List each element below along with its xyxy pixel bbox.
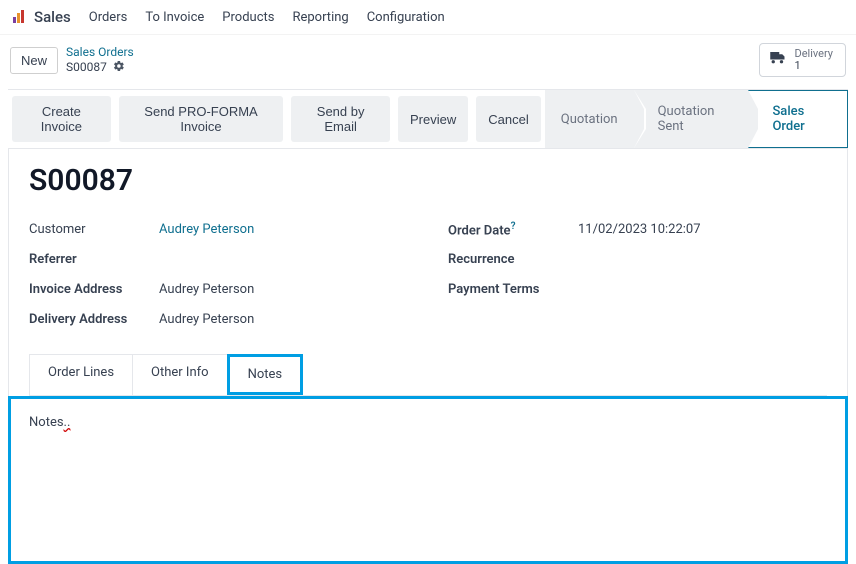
breadcrumb-current: S00087 [66, 60, 134, 75]
label-customer: Customer [29, 222, 159, 237]
delivery-count: 1 [794, 60, 833, 72]
nav-to-invoice[interactable]: To Invoice [145, 10, 204, 25]
new-button[interactable]: New [10, 47, 58, 74]
tab-other-info[interactable]: Other Info [132, 354, 228, 395]
stage-quotation[interactable]: Quotation [545, 90, 634, 148]
breadcrumb: Sales Orders S00087 [66, 45, 134, 75]
preview-button[interactable]: Preview [398, 96, 468, 142]
notes-content[interactable]: Notes.. [29, 415, 70, 430]
value-delivery-address[interactable]: Audrey Peterson [159, 312, 254, 327]
brand-label: Sales [34, 8, 71, 26]
value-invoice-address[interactable]: Audrey Peterson [159, 282, 254, 297]
brand-icon [12, 9, 28, 25]
tab-notes[interactable]: Notes [227, 354, 304, 395]
main-navbar: Sales Orders To Invoice Products Reporti… [0, 0, 856, 35]
send-email-button[interactable]: Send by Email [291, 96, 390, 142]
help-icon[interactable]: ? [511, 221, 516, 232]
status-row: Create Invoice Send PRO-FORMA Invoice Se… [8, 89, 848, 149]
label-referrer: Referrer [29, 252, 159, 267]
label-invoice-address: Invoice Address [29, 282, 159, 297]
value-order-date[interactable]: 11/02/2023 10:22:07 [578, 222, 701, 237]
create-invoice-button[interactable]: Create Invoice [12, 96, 111, 142]
nav-orders[interactable]: Orders [89, 10, 128, 25]
form-sheet: S00087 Customer Audrey Peterson Referrer… [8, 149, 848, 396]
truck-icon [768, 51, 786, 69]
form-grid: Customer Audrey Peterson Referrer Invoic… [29, 214, 827, 334]
value-customer[interactable]: Audrey Peterson [159, 222, 254, 237]
delivery-stat-button[interactable]: Delivery 1 [759, 43, 846, 77]
form-col-left: Customer Audrey Peterson Referrer Invoic… [29, 214, 408, 334]
label-payment-terms: Payment Terms [448, 282, 578, 297]
nav-configuration[interactable]: Configuration [367, 10, 445, 25]
actions-bar: Create Invoice Send PRO-FORMA Invoice Se… [8, 90, 545, 148]
label-order-date: Order Date? [448, 221, 578, 238]
tab-bar: Order Lines Other Info Notes [29, 354, 827, 396]
stage-sales-order[interactable]: Sales Order [748, 90, 848, 148]
cancel-button[interactable]: Cancel [476, 96, 540, 142]
send-proforma-button[interactable]: Send PRO-FORMA Invoice [119, 96, 283, 142]
nav-products[interactable]: Products [222, 10, 274, 25]
tab-order-lines[interactable]: Order Lines [29, 354, 133, 395]
label-delivery-address: Delivery Address [29, 312, 159, 327]
nav-reporting[interactable]: Reporting [292, 10, 348, 25]
breadcrumb-current-label: S00087 [66, 60, 107, 74]
brand[interactable]: Sales [12, 8, 71, 26]
gear-icon[interactable] [113, 60, 125, 75]
form-col-right: Order Date? 11/02/2023 10:22:07 Recurren… [448, 214, 827, 334]
subheader: New Sales Orders S00087 Delivery 1 [0, 35, 856, 85]
label-recurrence: Recurrence [448, 252, 578, 267]
record-name: S00087 [29, 163, 827, 198]
breadcrumb-parent[interactable]: Sales Orders [66, 45, 134, 59]
notes-panel[interactable]: Notes.. [8, 396, 848, 564]
stage-bar: Quotation Quotation Sent Sales Order [545, 90, 848, 148]
stage-quotation-sent[interactable]: Quotation Sent [634, 90, 749, 148]
